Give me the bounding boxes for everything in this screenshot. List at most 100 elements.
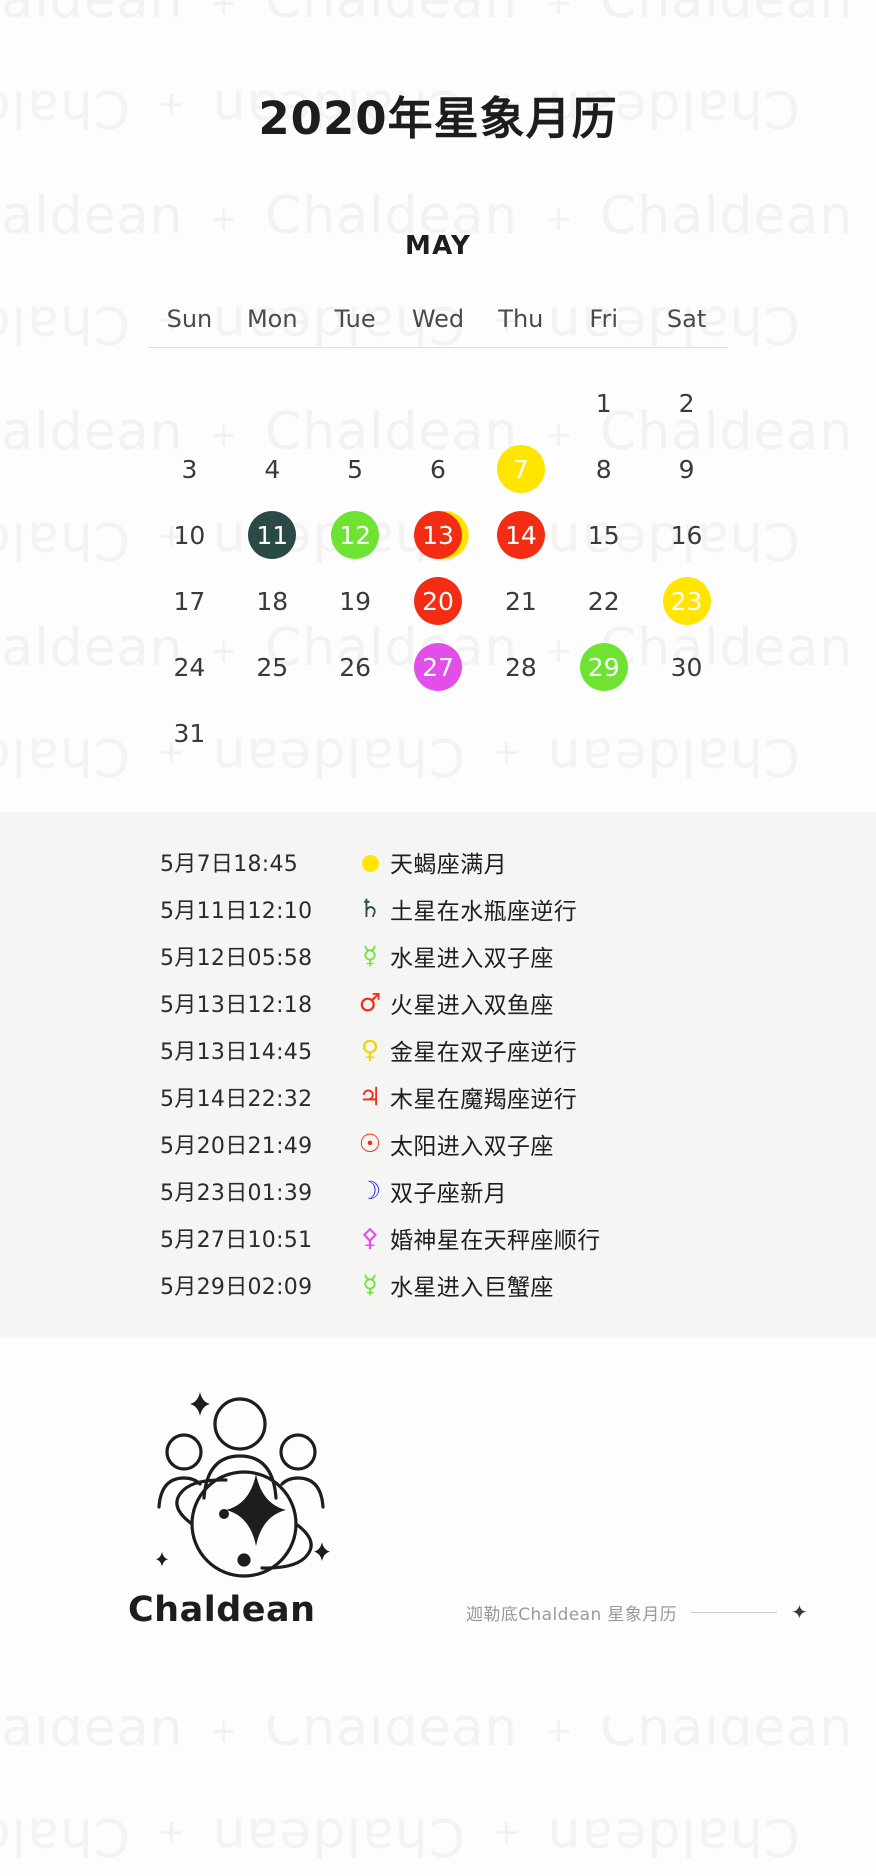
calendar-day-22[interactable]: 22: [562, 568, 645, 634]
calendar-day-11[interactable]: 11: [231, 502, 314, 568]
footer-note: 迦勒底Chaldean 星象月历 ✦: [466, 1600, 808, 1626]
sparkle-icon: ✦: [791, 1601, 808, 1624]
footer-rule: [691, 1612, 778, 1613]
event-name: 水星进入双子座: [390, 945, 554, 972]
day-number: 31: [173, 718, 206, 748]
calendar-day-28[interactable]: 28: [479, 634, 562, 700]
calendar-day-2[interactable]: 2: [645, 370, 728, 436]
weekday-label-fri: Fri: [589, 305, 618, 333]
astro-event-list: 5月7日18:45 天蝎座满月 5月11日12:10 ♄ 土星在水瓶座逆行 5月12日05…: [0, 812, 876, 1338]
calendar-day-1[interactable]: 1: [562, 370, 645, 436]
calendar-day-20[interactable]: 20: [397, 568, 480, 634]
event-date: 5月11日12:10: [160, 898, 313, 924]
event-row[interactable]: 5月23日01:39 ☽ 双子座新月: [0, 1167, 876, 1214]
day-number: 7: [512, 454, 529, 484]
event-row[interactable]: 5月11日12:10 ♄ 土星在水瓶座逆行: [0, 885, 876, 932]
event-date: 5月20日21:49: [160, 1133, 313, 1159]
event-date: 5月13日14:45: [160, 1039, 313, 1065]
event-name: 金星在双子座逆行: [390, 1039, 578, 1066]
calendar-day-8[interactable]: 8: [562, 436, 645, 502]
event-date: 5月7日18:45: [160, 851, 299, 877]
page-title: 2020年星象月历: [258, 92, 618, 145]
event-name: 太阳进入双子座: [390, 1133, 554, 1160]
calendar-day-9[interactable]: 9: [645, 436, 728, 502]
event-date: 5月23日01:39: [160, 1180, 313, 1206]
footer-note-text: 迦勒底Chaldean 星象月历: [466, 1605, 678, 1625]
event-name: 土星在水瓶座逆行: [390, 898, 578, 925]
calendar-divider: [148, 347, 728, 348]
calendar-day-16[interactable]: 16: [645, 502, 728, 568]
day-number: 11: [256, 520, 289, 550]
calendar-day-23[interactable]: 23: [645, 568, 728, 634]
calendar-cell-empty: [231, 370, 314, 436]
event-row[interactable]: 5月13日12:18 ♂ 火星进入双鱼座: [0, 979, 876, 1026]
calendar-day-14[interactable]: 14: [479, 502, 562, 568]
day-number: 10: [173, 520, 206, 550]
calendar-day-6[interactable]: 6: [397, 436, 480, 502]
sun-icon: ☉: [358, 1129, 382, 1158]
day-number: 25: [256, 652, 289, 682]
event-row[interactable]: 5月29日02:09 ☿ 水星进入巨蟹座: [0, 1261, 876, 1308]
calendar-day-29[interactable]: 29: [562, 634, 645, 700]
day-number: 4: [264, 454, 281, 484]
day-number: 8: [595, 454, 612, 484]
calendar-day-3[interactable]: 3: [148, 436, 231, 502]
calendar-day-25[interactable]: 25: [231, 634, 314, 700]
weekday-label-sun: Sun: [166, 305, 213, 333]
day-number: 3: [181, 454, 198, 484]
weekday-label-mon: Mon: [246, 305, 298, 333]
juno-icon: ⚴: [360, 1223, 380, 1252]
calendar-cell-empty: [479, 370, 562, 436]
event-row[interactable]: 5月13日14:45 ♀ 金星在双子座逆行: [0, 1026, 876, 1073]
calendar-day-4[interactable]: 4: [231, 436, 314, 502]
calendar-day-17[interactable]: 17: [148, 568, 231, 634]
event-date: 5月14日22:32: [160, 1086, 313, 1112]
calendar-day-30[interactable]: 30: [645, 634, 728, 700]
event-row[interactable]: 5月12日05:58 ☿ 水星进入双子座: [0, 932, 876, 979]
calendar-day-24[interactable]: 24: [148, 634, 231, 700]
mercury-icon: ☿: [362, 1270, 378, 1299]
month-label: MAY: [405, 231, 471, 261]
day-number: 24: [173, 652, 206, 682]
day-number: 21: [504, 586, 537, 616]
day-number: 15: [587, 520, 620, 550]
day-number: 12: [339, 520, 372, 550]
event-row[interactable]: 5月27日10:51 ⚴ 婚神星在天秤座顺行: [0, 1214, 876, 1261]
calendar-day-12[interactable]: 12: [314, 502, 397, 568]
calendar-day-19[interactable]: 19: [314, 568, 397, 634]
jupiter-icon: ♃: [358, 1082, 382, 1111]
saturn-icon: ♄: [358, 894, 382, 923]
day-number: 17: [173, 586, 206, 616]
calendar-day-21[interactable]: 21: [479, 568, 562, 634]
calendar-day-10[interactable]: 10: [148, 502, 231, 568]
event-row[interactable]: 5月20日21:49 ☉ 太阳进入双子座: [0, 1120, 876, 1167]
calendar-day-15[interactable]: 15: [562, 502, 645, 568]
weekday-header-row: Sun Mon Tue Wed Thu Fri Sat: [148, 305, 728, 347]
calendar-day-5[interactable]: 5: [314, 436, 397, 502]
calendar-day-grid: 1 2 3 4 5 6 7 8 9 10 11 12 13 14 15 16 17 18 19 20 21 22 23 24 2…: [148, 370, 728, 766]
calendar-day-18[interactable]: 18: [231, 568, 314, 634]
event-date: 5月27日10:51: [160, 1227, 313, 1253]
day-number: 2: [678, 388, 695, 418]
weekday-label-sat: Sat: [666, 305, 707, 333]
new-moon-icon: ☽: [358, 1176, 382, 1205]
event-name: 水星进入巨蟹座: [390, 1274, 554, 1301]
day-number: 9: [678, 454, 695, 484]
day-number: 27: [422, 652, 454, 682]
calendar-day-13[interactable]: 13: [397, 502, 480, 568]
venus-icon: ♀: [360, 1035, 380, 1064]
day-number: 23: [670, 586, 703, 616]
day-number: 26: [339, 652, 372, 682]
calendar-day-27[interactable]: 27: [397, 634, 480, 700]
event-date: 5月12日05:58: [160, 945, 313, 971]
day-number: 16: [670, 520, 703, 550]
calendar-day-31[interactable]: 31: [148, 700, 231, 766]
footer: Chaldean 迦勒底Chaldean 星象月历 ✦: [0, 1364, 876, 1716]
calendar-day-7[interactable]: 7: [479, 436, 562, 502]
event-row[interactable]: 5月14日22:32 ♃ 木星在魔羯座逆行: [0, 1073, 876, 1120]
logo-wordmark: Chaldean: [128, 1590, 316, 1630]
calendar-day-26[interactable]: 26: [314, 634, 397, 700]
event-name: 双子座新月: [390, 1180, 507, 1207]
day-number: 28: [504, 652, 537, 682]
event-row[interactable]: 5月7日18:45 天蝎座满月: [0, 838, 876, 885]
